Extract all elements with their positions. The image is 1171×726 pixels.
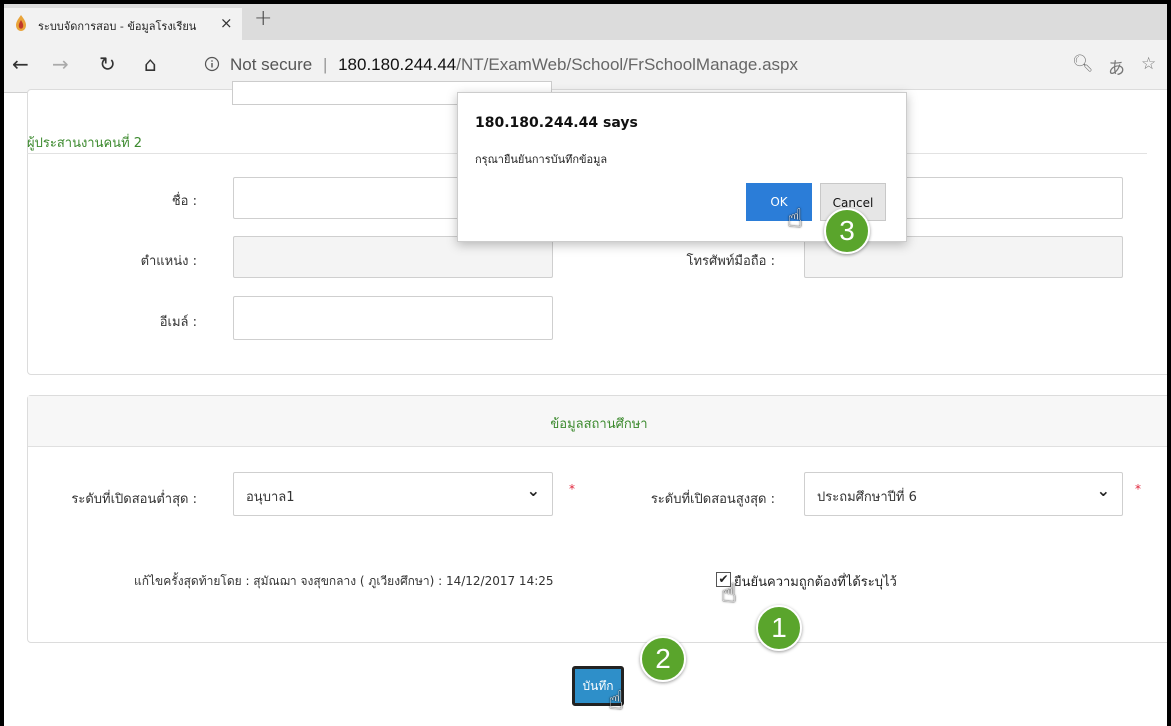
required-mark: * bbox=[569, 482, 575, 496]
chevron-down-icon: ⌄ bbox=[1096, 481, 1110, 500]
new-tab-button[interactable]: + bbox=[254, 6, 272, 31]
pointer-hand-icon: ☝ bbox=[608, 686, 624, 716]
info-icon[interactable] bbox=[204, 56, 220, 72]
pointer-hand-icon: ☝ bbox=[721, 579, 737, 609]
security-label: Not secure bbox=[230, 55, 313, 74]
translate-icon[interactable]: あ bbox=[1108, 54, 1125, 79]
required-mark: * bbox=[1135, 482, 1141, 496]
mobile-label: โทรศัพท์มือถือ : bbox=[686, 254, 776, 269]
browser-window: ระบบจัดการสอบ - ข้อมูลโรงเรียน × + ← → ↻… bbox=[4, 4, 1167, 726]
url-separator: | bbox=[322, 55, 328, 74]
coordinator2-title: ผู้ประสานงานคนที่ 2 bbox=[27, 136, 143, 151]
email-label: อีเมล์ : bbox=[159, 315, 197, 330]
position-label: ตำแหน่ง : bbox=[140, 254, 197, 269]
school-logo-icon bbox=[16, 15, 26, 31]
url-path: /NT/ExamWeb/School/FrSchoolManage.aspx bbox=[456, 55, 798, 74]
pointer-hand-icon: ☝ bbox=[787, 204, 803, 234]
close-tab-icon[interactable]: × bbox=[220, 14, 233, 32]
step-3-badge: 3 bbox=[824, 208, 870, 254]
email-input[interactable] bbox=[233, 296, 553, 340]
tab-title: ระบบจัดการสอบ - ข้อมูลโรงเรียน bbox=[38, 20, 197, 33]
dialog-message: กรุณายืนยันการบันทึกข้อมูล bbox=[475, 153, 608, 166]
step-1-badge: 1 bbox=[756, 605, 802, 651]
refresh-icon[interactable]: ↻ bbox=[99, 52, 116, 76]
school-info-title: ข้อมูลสถานศึกษา bbox=[550, 417, 648, 432]
school-info-card: ข้อมูลสถานศึกษา bbox=[27, 395, 1167, 643]
browser-tab[interactable]: ระบบจัดการสอบ - ข้อมูลโรงเรียน × bbox=[4, 8, 242, 40]
min-level-select[interactable]: อนุบาล1 ⌄ bbox=[233, 472, 553, 516]
tab-bar: ระบบจัดการสอบ - ข้อมูลโรงเรียน × + bbox=[4, 4, 1167, 40]
zoom-icon[interactable]: 🔍︎ bbox=[1072, 54, 1094, 74]
confirm-label[interactable]: ยืนยันความถูกต้องที่ได้ระบุไว้ bbox=[734, 571, 897, 592]
dialog-title: 180.180.244.44 says bbox=[475, 115, 638, 131]
last-edit-text: แก้ไขครั้งสุดท้ายโดย : สุมัณฌา จงสุขกลาง… bbox=[134, 574, 554, 588]
min-level-value: อนุบาล1 bbox=[246, 490, 295, 505]
max-level-value: ประถมศึกษาปีที่ 6 bbox=[817, 490, 917, 505]
chevron-down-icon: ⌄ bbox=[526, 481, 540, 500]
max-level-select[interactable]: ประถมศึกษาปีที่ 6 ⌄ bbox=[804, 472, 1123, 516]
url-field[interactable]: Not secure | 180.180.244.44/NT/ExamWeb/S… bbox=[230, 55, 798, 75]
max-level-label: ระดับที่เปิดสอนสูงสุด : bbox=[650, 492, 775, 507]
min-level-label: ระดับที่เปิดสอนต่ำสุด : bbox=[71, 492, 197, 507]
address-bar: ← → ↻ ⌂ Not secure | 180.180.244.44/NT/E… bbox=[4, 40, 1167, 93]
position-input[interactable] bbox=[233, 236, 553, 278]
favorite-star-icon[interactable]: ☆ bbox=[1141, 54, 1156, 74]
school-info-header: ข้อมูลสถานศึกษา bbox=[28, 396, 1167, 447]
home-icon[interactable]: ⌂ bbox=[144, 52, 157, 76]
step-2-badge: 2 bbox=[640, 636, 686, 682]
url-host: 180.180.244.44 bbox=[338, 55, 457, 74]
back-icon[interactable]: ← bbox=[12, 52, 29, 76]
forward-icon[interactable]: → bbox=[52, 52, 69, 76]
name-label: ชื่อ : bbox=[171, 194, 197, 209]
